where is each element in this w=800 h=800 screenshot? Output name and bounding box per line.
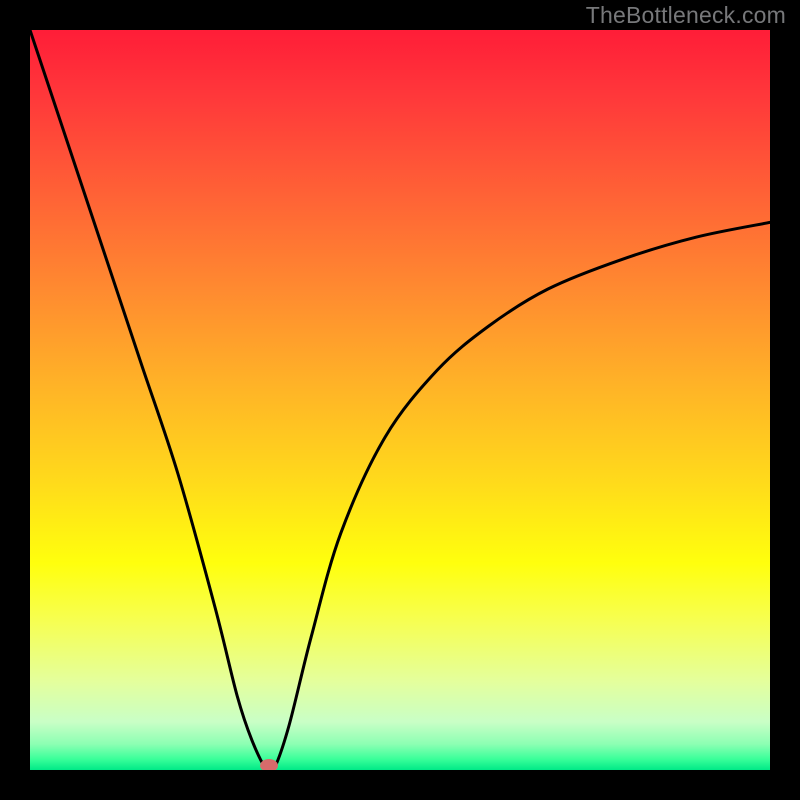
plot-area <box>30 30 770 770</box>
gradient-background <box>30 30 770 770</box>
chart-svg <box>30 30 770 770</box>
watermark-text: TheBottleneck.com <box>586 2 786 29</box>
chart-container: TheBottleneck.com <box>0 0 800 800</box>
